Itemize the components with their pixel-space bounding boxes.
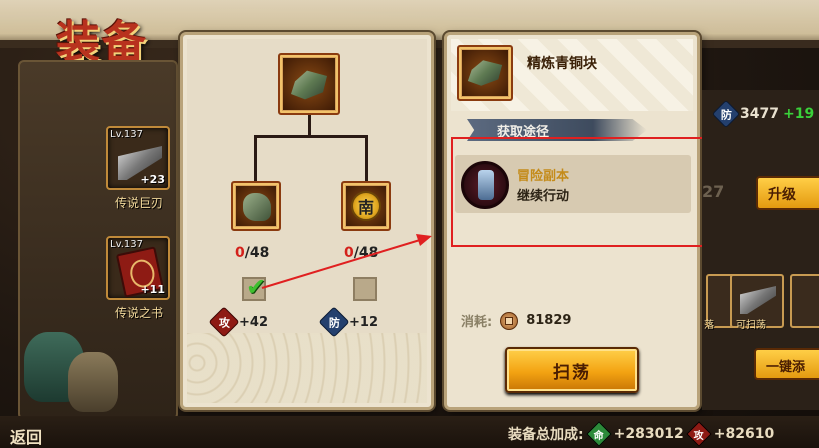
tree-line bbox=[308, 115, 311, 137]
tree-line bbox=[365, 135, 368, 183]
item-level: Lv.137 bbox=[110, 129, 143, 140]
material-slot-coin[interactable]: 南 bbox=[341, 181, 391, 231]
upgrade-button[interactable]: 升级 bbox=[756, 176, 819, 210]
item-level: Lv.137 bbox=[110, 239, 143, 250]
one-key-button[interactable]: 一键添 bbox=[754, 348, 819, 380]
defense-icon: 防 bbox=[318, 306, 350, 338]
cost-row: 消耗: 81829 bbox=[461, 311, 571, 330]
cost-value: 81829 bbox=[526, 313, 572, 328]
material-checkbox[interactable]: ✔ bbox=[242, 273, 266, 301]
sidebar-item-label: 传说巨刃 bbox=[114, 196, 163, 210]
sidebar-item-legend-book[interactable]: Lv.137 +11 bbox=[106, 236, 170, 300]
slot-label: 可扫荡 bbox=[736, 320, 766, 331]
copper-coin-icon bbox=[500, 311, 519, 330]
total-bonus: 装备总加成: 命 +283012 攻 +82610 bbox=[508, 421, 775, 447]
sidebar-item-legend-blade[interactable]: Lv.137 +23 bbox=[106, 126, 170, 190]
equipment-slot[interactable] bbox=[790, 274, 819, 328]
target-item-slot[interactable] bbox=[278, 53, 340, 115]
wave-pattern bbox=[187, 333, 427, 403]
sweep-button[interactable]: 扫荡 bbox=[505, 347, 639, 393]
material-checkbox[interactable] bbox=[353, 277, 377, 301]
life-value: +283012 bbox=[613, 426, 684, 442]
item-name: 精炼青铜块 bbox=[527, 56, 597, 72]
equipment-screen: 装备 Lv.137 +23 传说巨刃 Lv.137 +11 传说之书 南 0/4… bbox=[0, 0, 819, 448]
life-icon: 命 bbox=[585, 421, 612, 447]
checkmark-icon: ✔ bbox=[246, 273, 267, 301]
south-coin-icon: 南 bbox=[351, 191, 381, 221]
material-count: 0/48 bbox=[344, 245, 379, 261]
detail-item-slot bbox=[457, 45, 513, 101]
material-slot-bronze[interactable] bbox=[231, 181, 281, 231]
decorative-jar bbox=[68, 352, 118, 412]
highlight-box bbox=[451, 137, 707, 247]
material-count: 0/48 bbox=[235, 245, 270, 261]
attack-value: +82610 bbox=[713, 426, 775, 442]
slot-label: 落 bbox=[704, 320, 714, 331]
defense-stat: 防 3477 +19 bbox=[711, 99, 814, 129]
defense-icon: 防 bbox=[711, 99, 741, 129]
attack-icon: 攻 bbox=[686, 421, 712, 447]
bronze-ore-icon bbox=[243, 193, 271, 221]
back-button[interactable]: 返回 bbox=[10, 424, 42, 448]
item-plus: +23 bbox=[140, 173, 165, 186]
attack-icon: 攻 bbox=[208, 306, 240, 338]
sidebar-item-label: 传说之书 bbox=[114, 306, 163, 320]
cost-label: 消耗: bbox=[461, 315, 493, 330]
partial-number: 27 bbox=[702, 182, 725, 201]
tree-line bbox=[254, 135, 257, 183]
total-bonus-label: 装备总加成: bbox=[508, 427, 584, 443]
equipment-sidebar: Lv.137 +23 传说巨刃 Lv.137 +11 传说之书 bbox=[18, 60, 178, 420]
synthesis-panel: 南 0/48 0/48 ✔ 攻 +42 防 +12 bbox=[180, 32, 434, 410]
ingot-icon bbox=[740, 286, 776, 314]
tree-line bbox=[254, 135, 368, 138]
defense-bonus: 防 +12 bbox=[318, 306, 378, 338]
attack-bonus: 攻 +42 bbox=[208, 306, 268, 338]
item-plus: +11 bbox=[140, 283, 165, 296]
